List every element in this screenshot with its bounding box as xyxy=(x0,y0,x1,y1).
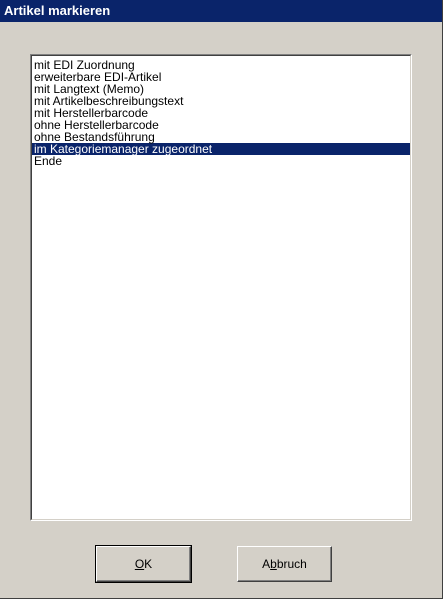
cancel-button-label-rest: bruch xyxy=(276,557,307,571)
listbox-items: mit EDI Zuordnung erweiterbare EDI-Artik… xyxy=(31,55,411,520)
dialog-window: Artikel markieren mit EDI Zuordnung erwe… xyxy=(0,0,443,599)
cancel-button[interactable]: Ab bruch xyxy=(237,546,332,582)
title-bar[interactable]: Artikel markieren xyxy=(0,0,442,22)
ok-button[interactable]: OK xyxy=(95,545,192,583)
ok-button-mnemonic: O xyxy=(134,557,145,571)
list-item-ende[interactable]: Ende xyxy=(32,155,410,167)
list-item-im-kategoriemanager-zugeordnet[interactable]: im Kategoriemanager zugeordnet xyxy=(32,143,410,155)
window-title: Artikel markieren xyxy=(4,3,111,18)
ok-button-label-rest: K xyxy=(144,557,153,571)
cancel-button-label-prefix: A xyxy=(262,557,271,571)
options-listbox[interactable]: mit EDI Zuordnung erweiterbare EDI-Artik… xyxy=(30,54,412,521)
cancel-button-mnemonic: b xyxy=(270,557,277,571)
